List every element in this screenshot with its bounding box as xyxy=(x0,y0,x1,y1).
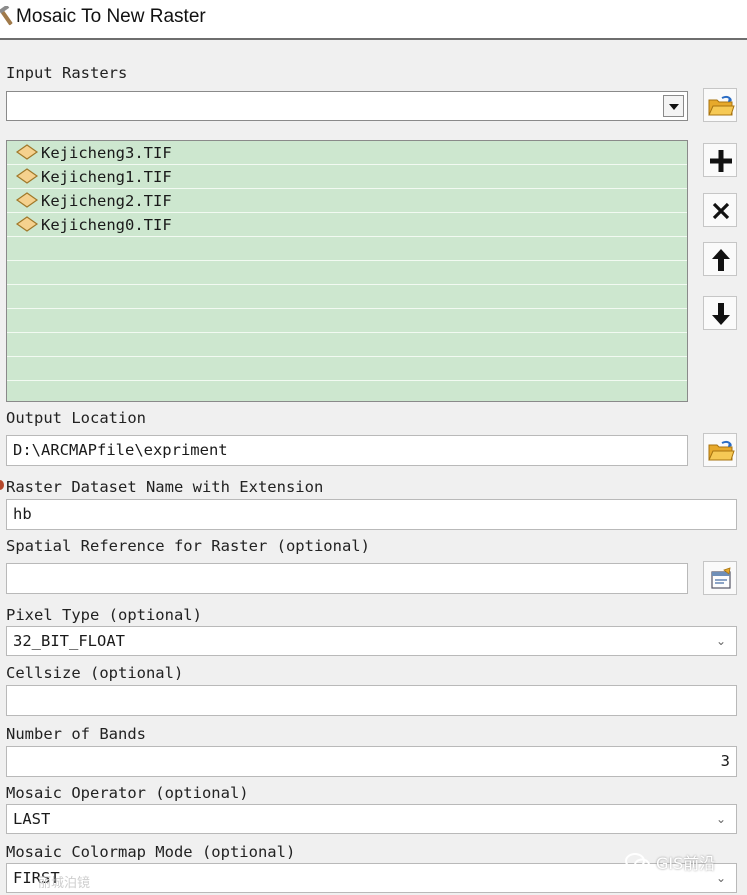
list-item-label: Kejicheng0.TIF xyxy=(41,216,172,234)
empty-row xyxy=(7,237,687,261)
mosaic-operator-value: LAST xyxy=(13,810,51,828)
combo-dropdown-button[interactable] xyxy=(663,95,684,117)
open-folder-icon xyxy=(708,440,735,461)
list-item[interactable]: Kejicheng1.TIF xyxy=(7,165,687,189)
cellsize-label: Cellsize (optional) xyxy=(6,664,184,682)
move-up-icon xyxy=(712,249,730,271)
dataset-name-value: hb xyxy=(13,505,32,523)
watermark-brand: GIS前沿 xyxy=(656,854,716,873)
output-location-label: Output Location xyxy=(6,409,146,427)
list-item[interactable]: Kejicheng2.TIF xyxy=(7,189,687,213)
add-icon xyxy=(710,150,732,172)
add-raster-button[interactable] xyxy=(703,143,737,177)
mosaic-operator-select[interactable]: LAST ⌄ xyxy=(6,804,737,834)
title-bar: Mosaic To New Raster xyxy=(0,0,747,40)
spatial-reference-properties-button[interactable] xyxy=(703,561,737,595)
raster-dataset-icon xyxy=(15,143,39,160)
output-location-value: D:\ARCMAPfile\expriment xyxy=(13,441,228,459)
hammer-icon xyxy=(0,6,13,26)
pixel-type-label: Pixel Type (optional) xyxy=(6,606,202,624)
num-bands-label: Number of Bands xyxy=(6,725,146,743)
raster-dataset-icon xyxy=(15,167,39,184)
browse-input-rasters-button[interactable] xyxy=(703,88,737,122)
empty-row xyxy=(7,309,687,333)
empty-row xyxy=(7,357,687,381)
required-marker xyxy=(0,480,4,490)
raster-dataset-icon xyxy=(15,191,39,208)
num-bands-field[interactable]: 3 xyxy=(6,746,737,777)
empty-row xyxy=(7,261,687,285)
chevron-down-icon: ⌄ xyxy=(715,634,726,648)
open-folder-icon xyxy=(708,95,735,116)
watermark-faint: 丽城泊镜 xyxy=(38,876,91,891)
move-down-icon xyxy=(712,303,730,325)
move-up-button[interactable] xyxy=(703,242,737,276)
colormap-mode-label: Mosaic Colormap Mode (optional) xyxy=(6,843,296,861)
empty-row xyxy=(7,381,687,401)
move-down-button[interactable] xyxy=(703,296,737,330)
browse-output-location-button[interactable] xyxy=(703,433,737,467)
remove-icon xyxy=(712,202,730,220)
wechat-icon xyxy=(625,853,650,872)
cellsize-field[interactable] xyxy=(6,685,737,716)
input-rasters-label: Input Rasters xyxy=(6,64,128,82)
list-item-label: Kejicheng1.TIF xyxy=(41,168,172,186)
chevron-down-icon: ⌄ xyxy=(715,871,726,885)
dataset-name-field[interactable]: hb xyxy=(6,499,737,530)
dataset-name-label: Raster Dataset Name with Extension xyxy=(6,478,324,496)
num-bands-value: 3 xyxy=(720,752,730,770)
output-location-field[interactable]: D:\ARCMAPfile\expriment xyxy=(6,435,688,466)
list-item[interactable]: Kejicheng0.TIF xyxy=(7,213,687,237)
raster-dataset-icon xyxy=(15,215,39,232)
list-item[interactable]: Kejicheng3.TIF xyxy=(7,141,687,165)
list-item-label: Kejicheng3.TIF xyxy=(41,144,172,162)
mosaic-operator-label: Mosaic Operator (optional) xyxy=(6,784,249,802)
input-rasters-list[interactable]: Kejicheng3.TIF Kejicheng1.TIF Kejicheng2… xyxy=(6,140,688,402)
window-title: Mosaic To New Raster xyxy=(16,6,206,27)
pixel-type-value: 32_BIT_FLOAT xyxy=(13,632,125,650)
list-item-label: Kejicheng2.TIF xyxy=(41,192,172,210)
spatial-reference-field[interactable] xyxy=(6,563,688,594)
input-rasters-combo[interactable] xyxy=(6,91,688,121)
remove-raster-button[interactable] xyxy=(703,193,737,227)
empty-row xyxy=(7,285,687,309)
chevron-down-icon: ⌄ xyxy=(715,812,726,826)
pixel-type-select[interactable]: 32_BIT_FLOAT ⌄ xyxy=(6,626,737,656)
empty-row xyxy=(7,333,687,357)
spatial-reference-label: Spatial Reference for Raster (optional) xyxy=(6,537,370,555)
spatial-reference-icon xyxy=(711,567,731,589)
